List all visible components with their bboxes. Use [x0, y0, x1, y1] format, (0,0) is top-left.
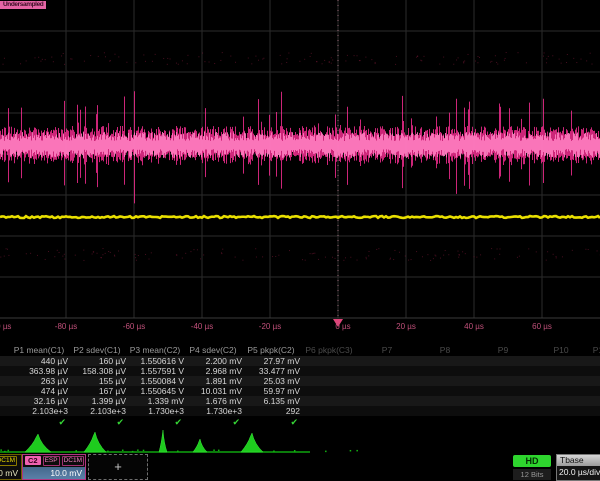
undersampled-warning: Undersampled	[0, 1, 46, 9]
hd-mode-badge[interactable]: HD	[513, 455, 551, 467]
time-tick-label: 60 µs	[532, 322, 552, 332]
measurement-column-header[interactable]: P7	[382, 345, 392, 356]
measurement-value: 1.557591 V	[141, 366, 184, 376]
c2-vertical-scale: 10.0 mV	[23, 467, 85, 479]
time-tick-label: -100 µs	[0, 322, 11, 332]
measurement-value: 158.308 µV	[82, 366, 126, 376]
time-tick-label: 0 µs	[335, 322, 350, 332]
timebase-title: Tbase	[557, 455, 600, 466]
measurement-column-header[interactable]: P9	[498, 345, 508, 356]
measurement-value: 32.16 µV	[34, 396, 68, 406]
measurement-column-header[interactable]: P3 mean(C2)	[130, 345, 181, 356]
measurement-value: 292	[286, 406, 300, 416]
measurement-value: 1.891 mV	[206, 376, 242, 386]
c1-coupling-badge: DC1M	[0, 456, 17, 466]
table-row-stripe	[0, 376, 600, 386]
timebase-descriptor[interactable]: Tbase 20.0 µs/div	[556, 454, 600, 481]
measurement-value: 155 µV	[99, 376, 126, 386]
c2-eres-badge: ESP	[43, 456, 60, 466]
measurement-value: 474 µV	[41, 386, 68, 396]
timebase-scale: 20.0 µs/div	[557, 466, 600, 479]
channel-c2-descriptor[interactable]: C2 ESP DC1M 10.0 mV	[22, 454, 86, 480]
measurement-value: 2.968 mV	[206, 366, 242, 376]
c2-label-chip: C2	[25, 456, 41, 465]
table-row-stripe	[0, 356, 600, 366]
measurement-value: 33.477 mV	[259, 366, 300, 376]
measurement-column-header[interactable]: P1 mean(C1)	[14, 345, 65, 356]
time-tick-label: 20 µs	[396, 322, 416, 332]
measurement-value: 27.97 mV	[264, 356, 300, 366]
measurement-value: 1.676 mV	[206, 396, 242, 406]
measurement-status-check: ✔	[116, 416, 124, 428]
channel-c1-descriptor[interactable]: DC1M 10.0 mV	[0, 454, 22, 480]
time-tick-label: -60 µs	[123, 322, 145, 332]
measurement-column-header[interactable]: P6 pkpk(C3)	[305, 345, 352, 356]
measurement-value: 2.200 mV	[206, 356, 242, 366]
c2-coupling-badge: DC1M	[62, 456, 84, 466]
measurement-value: 1.550084 V	[141, 376, 184, 386]
measurement-column-header[interactable]: P11	[593, 345, 600, 356]
table-row-stripe	[0, 396, 600, 406]
measurement-column-header[interactable]: P2 sdev(C1)	[73, 345, 120, 356]
time-tick-label: -80 µs	[55, 322, 77, 332]
measurement-value: 363.98 µV	[29, 366, 68, 376]
measurement-value: 1.730e+3	[148, 406, 184, 416]
histogram-strip	[0, 430, 600, 456]
measurement-value: 1.550645 V	[141, 386, 184, 396]
measurement-value: 440 µV	[41, 356, 68, 366]
oscilloscope-screen: Undersampled -100 µs -80 µs -60 µs -40 µs -2…	[0, 0, 600, 480]
measurement-value: 25.03 mV	[264, 376, 300, 386]
adc-bits-label: 12 Bits	[513, 469, 551, 480]
measurement-value: 59.97 mV	[264, 386, 300, 396]
measurement-value: 10.031 mV	[201, 386, 242, 396]
measurement-value: 6.135 mV	[264, 396, 300, 406]
measurement-status-check: ✔	[174, 416, 182, 428]
descriptor-bar: DC1M 10.0 mV C2 ESP DC1M 10.0 mV + HD 12…	[0, 454, 600, 480]
measurement-column-header[interactable]: P10	[553, 345, 568, 356]
measurement-value: 1.339 mV	[148, 396, 184, 406]
measurement-value: 2.103e+3	[90, 406, 126, 416]
measurement-column-header[interactable]: P5 pkpk(C2)	[247, 345, 294, 356]
add-trace-button[interactable]: +	[88, 454, 148, 480]
measurement-column-header[interactable]: P4 sdev(C2)	[189, 345, 236, 356]
measurement-status-check: ✔	[232, 416, 240, 428]
c1-vertical-scale: 10.0 mV	[0, 467, 21, 479]
measurement-value: 1.399 µV	[92, 396, 126, 406]
measurement-value: 1.730e+3	[206, 406, 242, 416]
measurement-status-check: ✔	[58, 416, 66, 428]
table-row-stripe	[0, 386, 600, 396]
measurement-value: 263 µV	[41, 376, 68, 386]
time-tick-label: 40 µs	[464, 322, 484, 332]
measurement-value: 160 µV	[99, 356, 126, 366]
time-tick-label: -40 µs	[191, 322, 213, 332]
measurement-column-header[interactable]: P8	[440, 345, 450, 356]
measurement-value: 1.550616 V	[141, 356, 184, 366]
waveform-display	[0, 0, 600, 345]
time-tick-label: -20 µs	[259, 322, 281, 332]
measurement-status-check: ✔	[290, 416, 298, 428]
measurement-value: 167 µV	[99, 386, 126, 396]
measurement-value: 2.103e+3	[32, 406, 68, 416]
